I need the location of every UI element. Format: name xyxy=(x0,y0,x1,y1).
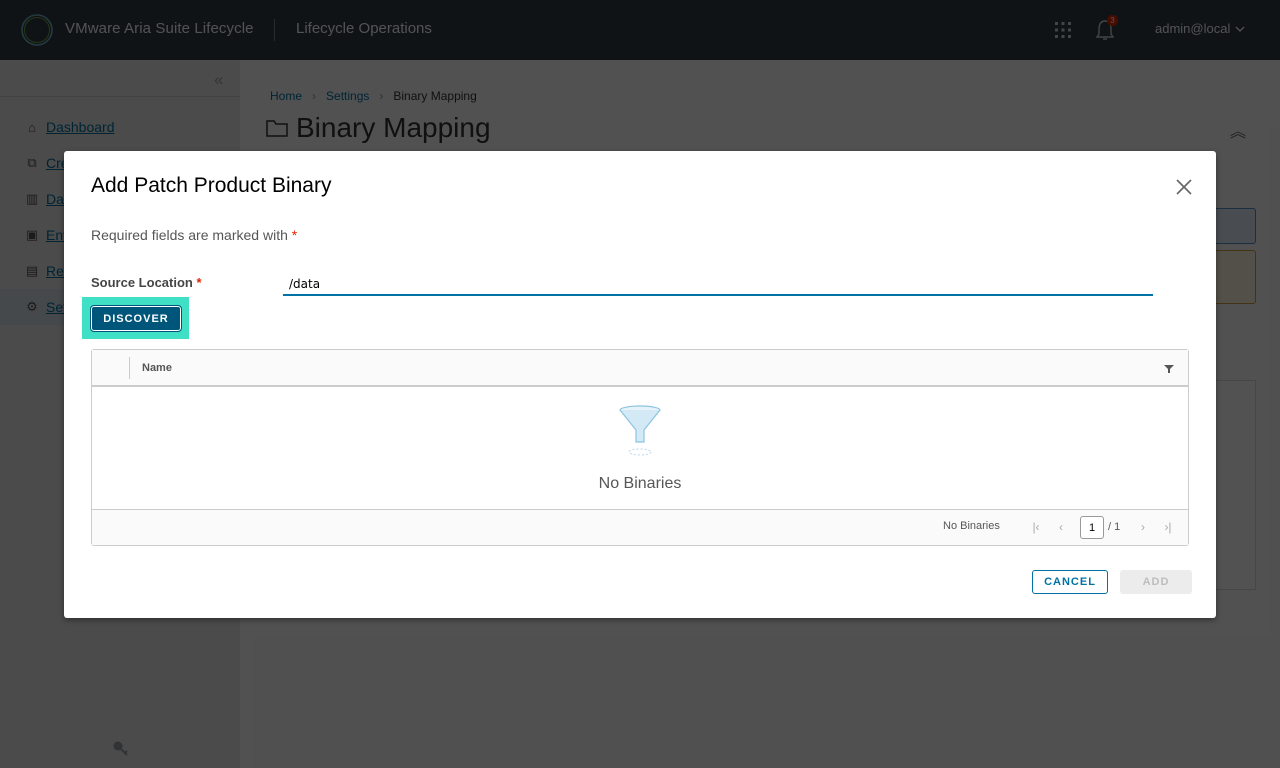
datagrid-footer: No Binaries |‹ ‹ / 1 › ›| xyxy=(92,509,1188,545)
close-icon[interactable] xyxy=(1174,177,1194,197)
add-button: ADD xyxy=(1120,570,1192,594)
source-location-input[interactable] xyxy=(283,273,1153,296)
cancel-button[interactable]: CANCEL xyxy=(1032,570,1108,594)
filter-icon[interactable] xyxy=(1164,364,1174,374)
datagrid-header: Name xyxy=(92,350,1188,387)
required-note-text: Required fields are marked with xyxy=(91,227,288,243)
source-location-label: Source Location * xyxy=(91,275,202,290)
last-page-icon[interactable]: ›| xyxy=(1160,519,1176,535)
previous-page-icon[interactable]: ‹ xyxy=(1053,519,1069,535)
page-total: / 1 xyxy=(1108,521,1121,533)
column-separator xyxy=(129,357,130,379)
first-page-icon[interactable]: |‹ xyxy=(1028,519,1044,535)
required-star: * xyxy=(291,227,298,243)
empty-funnel-icon xyxy=(619,405,661,456)
page-number-input[interactable] xyxy=(1080,516,1104,539)
source-location-label-text: Source Location xyxy=(91,275,193,290)
required-star: * xyxy=(196,275,202,290)
footer-status: No Binaries xyxy=(943,520,1000,532)
add-patch-binary-modal: Add Patch Product Binary Required fields… xyxy=(64,151,1216,618)
next-page-icon[interactable]: › xyxy=(1135,519,1151,535)
datagrid-empty-state: No Binaries xyxy=(92,389,1188,509)
discover-button[interactable]: DISCOVER xyxy=(90,305,182,332)
column-header-name[interactable]: Name xyxy=(142,362,172,374)
modal-title: Add Patch Product Binary xyxy=(91,174,332,197)
required-fields-note: Required fields are marked with * xyxy=(91,227,297,243)
empty-state-text: No Binaries xyxy=(598,475,682,492)
binaries-datagrid: Name No Binaries No Binaries |‹ ‹ / 1 › … xyxy=(91,349,1189,546)
